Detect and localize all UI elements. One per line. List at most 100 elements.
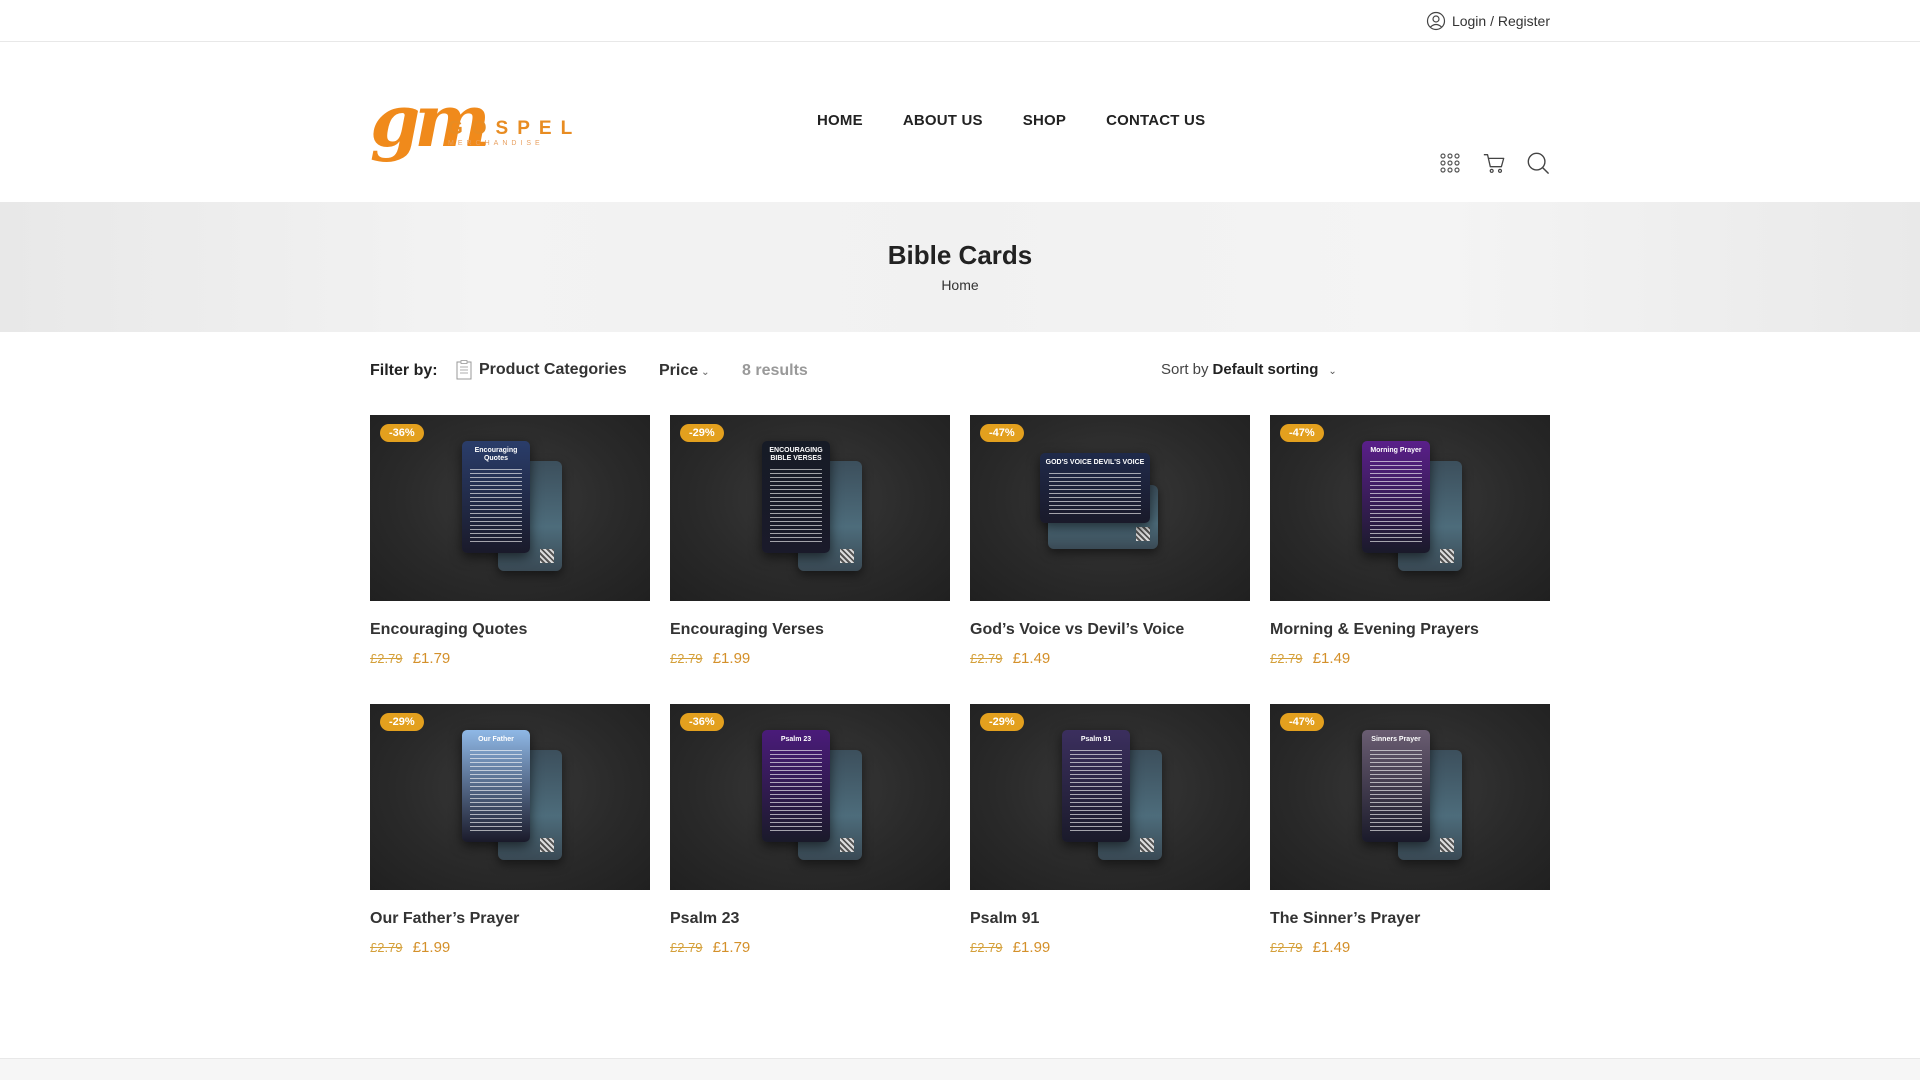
original-price: £2.79 <box>970 940 1003 955</box>
sale-price: £1.49 <box>1012 650 1051 667</box>
card-title-text: Morning Prayer <box>1370 447 1422 454</box>
sale-price: £1.79 <box>412 650 451 667</box>
card-title-text: Psalm 23 <box>780 736 812 743</box>
chevron-down-icon: ⌄ <box>1328 366 1337 377</box>
original-price: £2.79 <box>970 651 1003 666</box>
top-bar: Login / Register <box>0 0 1920 42</box>
card-front-image: Sinners Prayer <box>1362 730 1430 842</box>
product-prices: £2.79 £1.99 <box>970 939 1250 956</box>
product-prices: £2.79 £1.79 <box>670 939 950 956</box>
site-header: gm GOSPEL MERCHANDISE HOME ABOUT US SHOP… <box>0 42 1920 202</box>
product-prices: £2.79 £1.79 <box>370 650 650 667</box>
card-verse-lines <box>1370 750 1422 834</box>
sort-dropdown[interactable]: Sort by Default sorting ⌄ <box>1161 361 1337 378</box>
product-prices: £2.79 £1.99 <box>670 650 950 667</box>
sale-price: £1.49 <box>1312 939 1351 956</box>
nav-contact-us[interactable]: CONTACT US <box>1106 112 1205 129</box>
original-price: £2.79 <box>670 940 703 955</box>
sale-badge: -47% <box>1280 713 1324 731</box>
page-banner: Bible Cards Home <box>0 202 1920 332</box>
sale-badge: -29% <box>380 713 424 731</box>
product-card[interactable]: Psalm 23 -36% Psalm 23 £2.79 £1.79 <box>670 704 950 993</box>
card-front-image: Encouraging Quotes <box>462 441 530 553</box>
logo-subword: MERCHANDISE <box>448 140 544 147</box>
card-front-image: Psalm 91 <box>1062 730 1130 842</box>
nav-about-us[interactable]: ABOUT US <box>903 112 983 129</box>
sale-price: £1.99 <box>1012 939 1051 956</box>
product-card[interactable]: Our Father -29% Our Father’s Prayer £2.7… <box>370 704 650 993</box>
card-verse-lines <box>770 750 822 834</box>
product-image[interactable]: GOD'S VOICE DEVIL'S VOICE -47% <box>970 415 1250 601</box>
card-front-image: Psalm 23 <box>762 730 830 842</box>
sale-badge: -36% <box>380 424 424 442</box>
sale-price: £1.99 <box>412 939 451 956</box>
card-verse-lines <box>1049 473 1141 515</box>
site-logo[interactable]: gm GOSPEL MERCHANDISE <box>370 76 572 172</box>
cart-icon[interactable] <box>1482 150 1506 176</box>
product-card[interactable]: ENCOURAGING BIBLE VERSES -29% Encouragin… <box>670 415 950 704</box>
card-title-text: Encouraging Quotes <box>474 447 518 462</box>
card-front-image: ENCOURAGING BIBLE VERSES <box>762 441 830 553</box>
product-image[interactable]: Our Father -29% <box>370 704 650 890</box>
price-filter[interactable]: Price ⌄ <box>659 362 710 380</box>
product-card[interactable]: Psalm 91 -29% Psalm 91 £2.79 £1.99 <box>970 704 1250 993</box>
product-grid: Encouraging Quotes -36% Encouraging Quot… <box>370 415 1550 993</box>
product-prices: £2.79 £1.49 <box>1270 939 1550 956</box>
results-count: 8 results <box>742 362 808 379</box>
product-name[interactable]: Encouraging Verses <box>670 621 950 639</box>
sale-badge: -47% <box>1280 424 1324 442</box>
product-name[interactable]: God’s Voice vs Devil’s Voice <box>970 621 1250 639</box>
product-image[interactable]: Morning Prayer -47% <box>1270 415 1550 601</box>
card-title-text: Sinners Prayer <box>1371 736 1421 743</box>
product-name[interactable]: Our Father’s Prayer <box>370 910 650 928</box>
card-verse-lines <box>770 469 822 545</box>
product-name[interactable]: Psalm 91 <box>970 910 1250 928</box>
card-front-image: Morning Prayer <box>1362 441 1430 553</box>
original-price: £2.79 <box>370 651 403 666</box>
product-image[interactable]: Psalm 23 -36% <box>670 704 950 890</box>
filter-label: Filter by: <box>370 362 438 379</box>
product-name[interactable]: Morning & Evening Prayers <box>1270 621 1550 639</box>
sale-price: £1.79 <box>712 939 751 956</box>
clipboard-icon <box>456 360 472 380</box>
original-price: £2.79 <box>670 651 703 666</box>
card-verse-lines <box>470 469 522 545</box>
breadcrumb-home[interactable]: Home <box>941 277 978 293</box>
product-card[interactable]: GOD'S VOICE DEVIL'S VOICE -47% God’s Voi… <box>970 415 1250 704</box>
product-image[interactable]: Encouraging Quotes -36% <box>370 415 650 601</box>
search-icon[interactable] <box>1526 150 1550 176</box>
product-prices: £2.79 £1.99 <box>370 939 650 956</box>
sale-price: £1.99 <box>712 650 751 667</box>
login-register-link[interactable]: Login / Register <box>1426 11 1550 31</box>
header-actions <box>1438 150 1550 176</box>
product-name[interactable]: Psalm 23 <box>670 910 950 928</box>
footer-edge <box>0 1058 1920 1080</box>
card-title-text: GOD'S VOICE DEVIL'S VOICE <box>1045 459 1145 466</box>
card-front-image: GOD'S VOICE DEVIL'S VOICE <box>1040 453 1150 523</box>
user-icon <box>1426 11 1446 31</box>
product-card[interactable]: Morning Prayer -47% Morning & Evening Pr… <box>1270 415 1550 704</box>
product-name[interactable]: Encouraging Quotes <box>370 621 650 639</box>
card-title-text: Our Father <box>478 736 514 743</box>
product-name[interactable]: The Sinner’s Prayer <box>1270 910 1550 928</box>
card-title-text: Psalm 91 <box>1080 736 1112 743</box>
nav-shop[interactable]: SHOP <box>1023 112 1066 129</box>
product-prices: £2.79 £1.49 <box>1270 650 1550 667</box>
product-image[interactable]: ENCOURAGING BIBLE VERSES -29% <box>670 415 950 601</box>
login-register-label: Login / Register <box>1451 13 1550 29</box>
sale-price: £1.49 <box>1312 650 1351 667</box>
card-title-text: ENCOURAGING BIBLE VERSES <box>769 447 823 462</box>
product-categories-filter[interactable]: Product Categories <box>456 360 627 380</box>
main-nav: HOME ABOUT US SHOP CONTACT US <box>817 112 1205 129</box>
price-filter-label: Price <box>659 362 699 379</box>
nav-home[interactable]: HOME <box>817 112 863 129</box>
sale-badge: -36% <box>680 713 724 731</box>
product-prices: £2.79 £1.49 <box>970 650 1250 667</box>
grid-icon[interactable] <box>1438 150 1462 176</box>
product-categories-label: Product Categories <box>479 361 627 378</box>
product-image[interactable]: Sinners Prayer -47% <box>1270 704 1550 890</box>
product-card[interactable]: Encouraging Quotes -36% Encouraging Quot… <box>370 415 650 704</box>
product-card[interactable]: Sinners Prayer -47% The Sinner’s Prayer … <box>1270 704 1550 993</box>
product-image[interactable]: Psalm 91 -29% <box>970 704 1250 890</box>
sort-value: Default sorting <box>1212 361 1319 378</box>
